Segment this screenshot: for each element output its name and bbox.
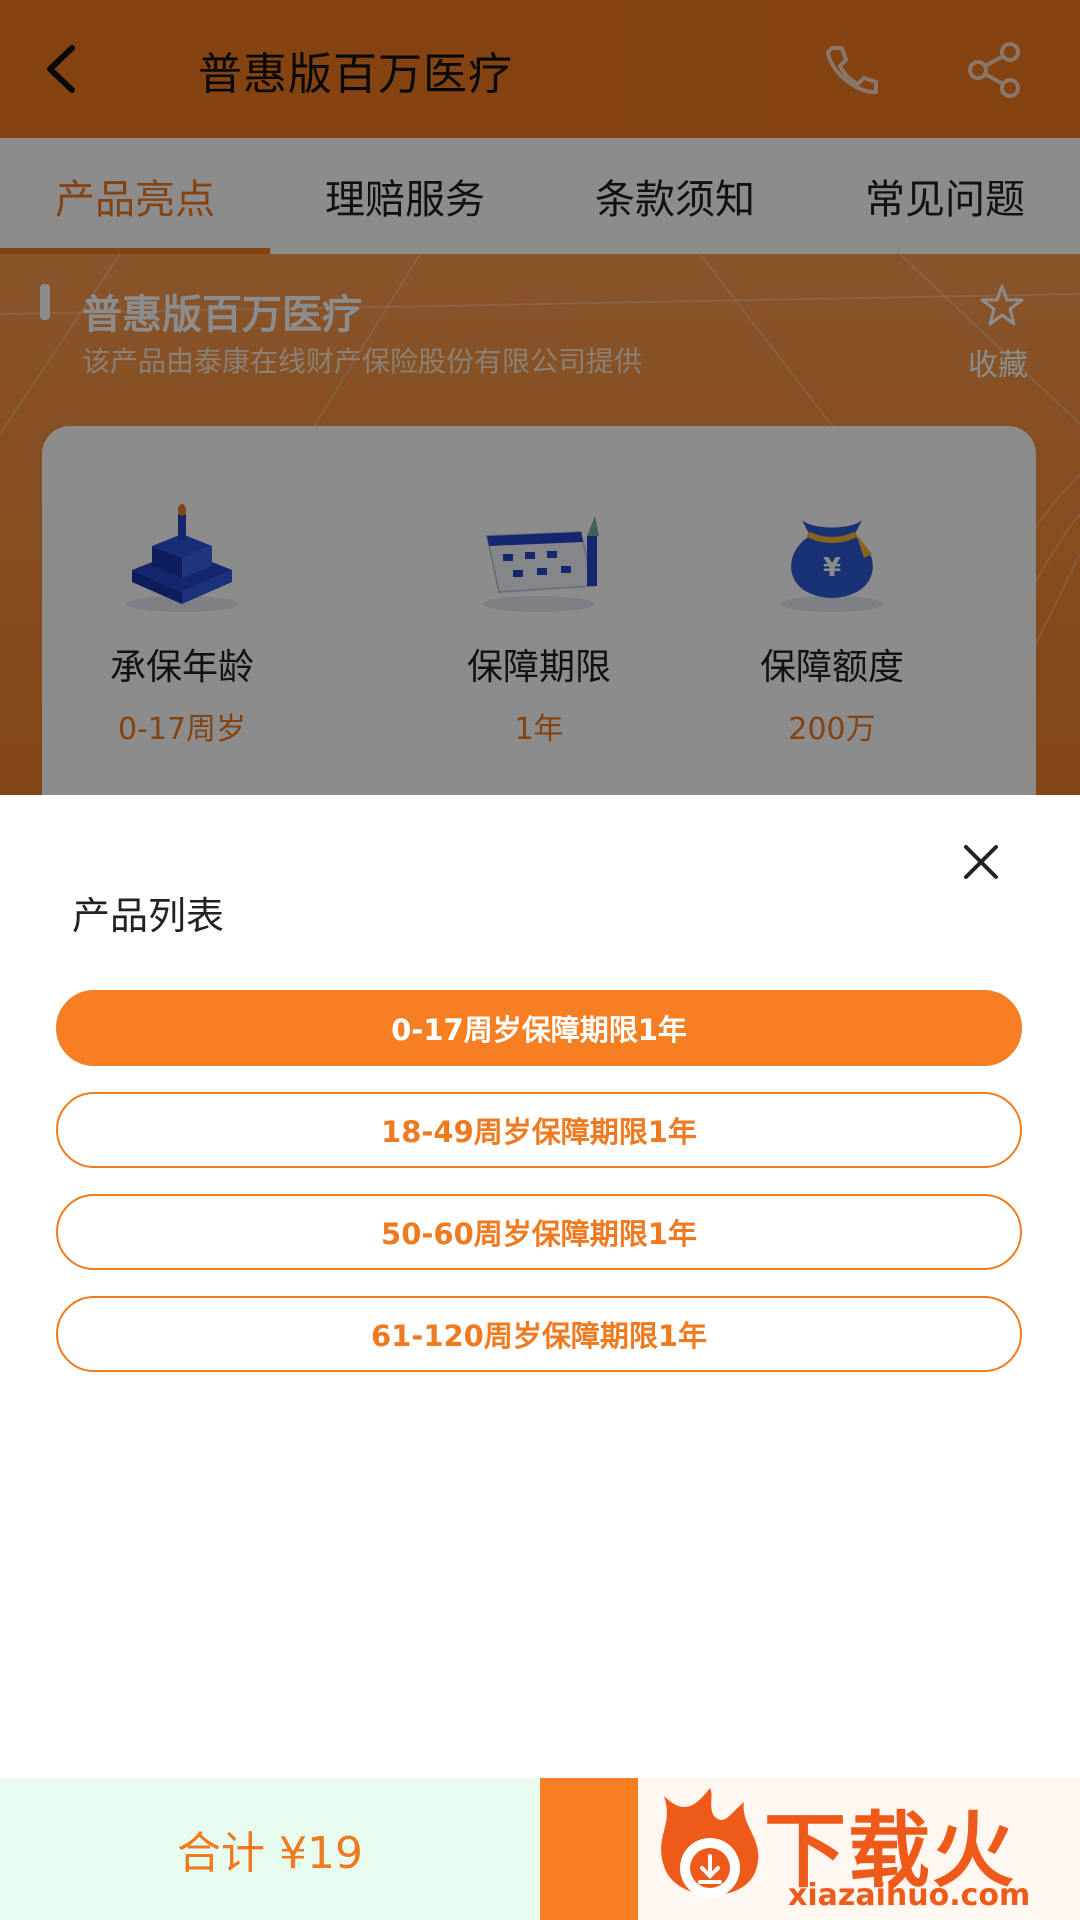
watermark-url: xiazaihuo.com [788, 1878, 1031, 1913]
checkout-bar: 合计 ¥19 下载火 xiazaihuo.com [0, 1778, 1080, 1920]
modal-overlay[interactable] [0, 0, 1080, 795]
close-icon [964, 845, 998, 879]
product-option[interactable]: 61-120周岁保障期限1年 [56, 1296, 1022, 1372]
product-option[interactable]: 18-49周岁保障期限1年 [56, 1092, 1022, 1168]
product-list-sheet: 产品列表 0-17周岁保障期限1年 18-49周岁保障期限1年 50-60周岁保… [0, 795, 1080, 1778]
product-page: 普惠版百万医疗 产品亮点 理赔服务 条款须知 常见问题 普惠版百万医疗 该产品由… [0, 0, 1080, 1920]
sheet-title: 产品列表 [72, 894, 225, 938]
buy-button[interactable] [540, 1778, 640, 1920]
product-option[interactable]: 0-17周岁保障期限1年 [56, 990, 1022, 1066]
watermark-logo: 下载火 xiazaihuo.com [638, 1778, 1080, 1920]
total-price: 合计 ¥19 [0, 1778, 540, 1920]
close-button[interactable] [956, 837, 1006, 887]
product-option[interactable]: 50-60周岁保障期限1年 [56, 1194, 1022, 1270]
flame-download-icon [661, 1788, 759, 1898]
